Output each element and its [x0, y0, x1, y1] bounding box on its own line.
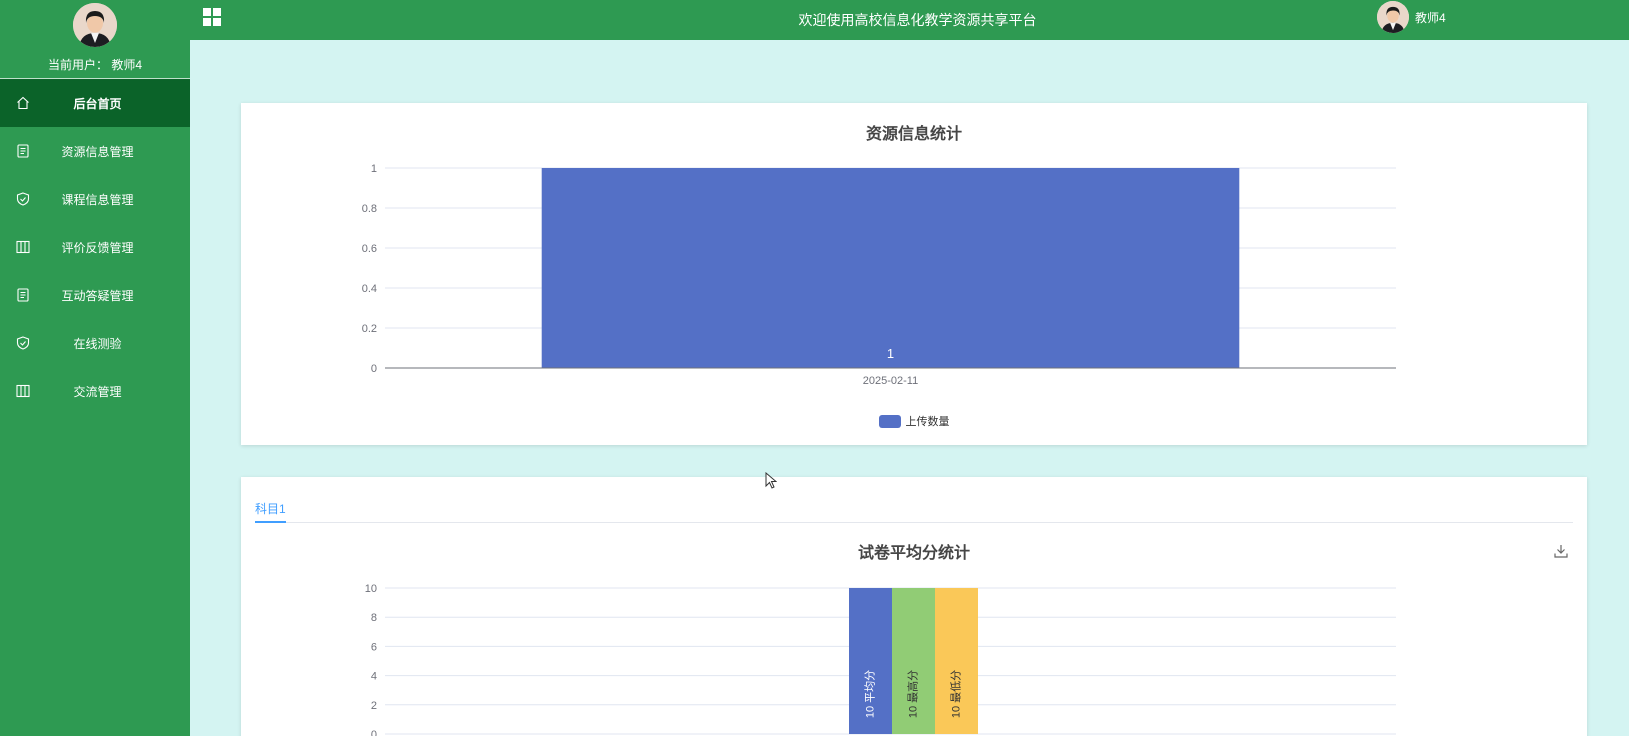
- current-user-label: 当前用户： 教师4: [47, 58, 142, 72]
- sidebar-item-label: 评价反馈管理: [61, 240, 134, 255]
- sidebar-item-label: 交流管理: [73, 384, 122, 399]
- y-tick-label: 0.6: [362, 243, 377, 255]
- y-tick-label: 0.2: [362, 323, 377, 335]
- resource-stats-card: 资源信息统计 0 0.2 0.4 0.6 0.8 1 1 2025-02-11 上传数量: [241, 103, 1587, 445]
- data-label: 10 平均分: [863, 670, 876, 718]
- bar: [541, 168, 1240, 368]
- user-block: 当前用户： 教师4: [0, 3, 190, 79]
- sidebar-item-home[interactable]: 后台首页: [0, 79, 190, 127]
- y-tick-label: 0.4: [362, 283, 377, 295]
- y-tick-label: 8: [371, 612, 377, 624]
- avatar: [1377, 1, 1409, 33]
- exam-stats-card: 科目1 试卷平均分统计 0 2 4 6 8 10 10 平均分 10 最高分 10 最低分: [241, 477, 1587, 736]
- sidebar-item-label: 后台首页: [73, 96, 122, 111]
- y-tick-label: 2: [371, 700, 377, 712]
- chart-legend[interactable]: 上传数量: [241, 413, 1587, 429]
- legend-label: 上传数量: [905, 416, 950, 428]
- exam-stats-chart: 0 2 4 6 8 10 10 平均分 10 最高分 10 最低分: [365, 583, 1396, 736]
- y-tick-label: 10: [365, 583, 377, 595]
- avatar: [73, 3, 117, 47]
- sidebar-item-quiz[interactable]: 在线测验: [0, 319, 190, 367]
- data-label: 10 最高分: [905, 670, 919, 718]
- sidebar-item-label: 互动答疑管理: [61, 288, 134, 303]
- topbar: 欢迎使用高校信息化教学资源共享平台 教师4: [190, 0, 1629, 40]
- sidebar-item-course[interactable]: 课程信息管理: [0, 175, 190, 223]
- user-menu[interactable]: 教师4: [1377, 1, 1446, 33]
- cursor-icon: [765, 472, 777, 489]
- y-tick-label: 0: [371, 729, 377, 736]
- data-label: 10 最低分: [949, 670, 962, 718]
- y-tick-label: 6: [371, 641, 377, 653]
- sidebar-item-label: 资源信息管理: [61, 144, 134, 159]
- sidebar-item-resource[interactable]: 资源信息管理: [0, 127, 190, 175]
- y-tick-label: 4: [371, 671, 377, 683]
- sidebar-item-qa[interactable]: 互动答疑管理: [0, 271, 190, 319]
- user-name: 教师4: [1415, 10, 1446, 25]
- sidebar-item-exchange[interactable]: 交流管理: [0, 367, 190, 415]
- sidebar: 当前用户： 教师4 后台首页 资源信息管理 课程信息管理 评价反馈管理 互动答疑…: [0, 0, 190, 736]
- data-label: 1: [887, 346, 894, 361]
- sidebar-item-label: 课程信息管理: [61, 192, 134, 207]
- resource-stats-chart: 0 0.2 0.4 0.6 0.8 1 1 2025-02-11: [362, 163, 1396, 387]
- y-tick-label: 0.8: [362, 203, 377, 215]
- sidebar-item-label: 在线测验: [73, 336, 122, 351]
- sidebar-menu: 后台首页 资源信息管理 课程信息管理 评价反馈管理 互动答疑管理 在线测验 交流…: [0, 79, 190, 415]
- y-tick-label: 1: [371, 163, 377, 175]
- legend-swatch: [878, 414, 901, 428]
- y-tick-label: 0: [371, 363, 377, 375]
- x-tick-label: 2025-02-11: [863, 375, 918, 387]
- sidebar-item-feedback[interactable]: 评价反馈管理: [0, 223, 190, 271]
